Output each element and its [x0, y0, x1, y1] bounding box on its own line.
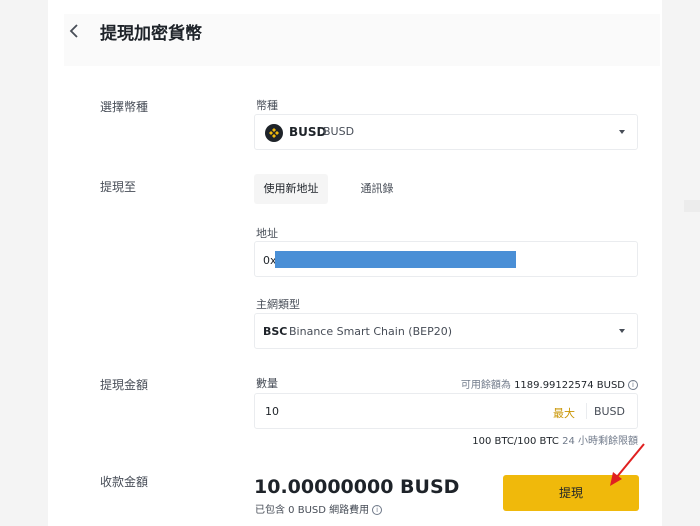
- max-button[interactable]: 最大: [553, 405, 575, 421]
- network-code: BSC: [263, 325, 288, 338]
- network-field-label: 主網類型: [256, 298, 300, 311]
- tab-address-book[interactable]: 通訊錄: [348, 174, 406, 204]
- receive-amount-label: 收款金額: [100, 475, 149, 489]
- coin-select[interactable]: BUSD BUSD: [254, 114, 638, 150]
- coin-symbol: BUSD: [289, 125, 327, 139]
- scroll-edge: [684, 200, 700, 212]
- info-icon[interactable]: i: [372, 505, 383, 515]
- withdraw-to-label: 提現至: [100, 180, 137, 194]
- back-arrow-icon[interactable]: [68, 22, 88, 46]
- chevron-down-icon: [619, 130, 625, 134]
- page-header: 提現加密貨幣: [64, 14, 660, 66]
- redacted-address: [275, 251, 516, 268]
- quantity-field-label: 數量: [256, 377, 278, 390]
- limit-value: 100 BTC/100 BTC: [472, 436, 559, 447]
- amount-value: 10: [265, 405, 279, 418]
- amount-input[interactable]: 10 最大 BUSD: [254, 393, 638, 429]
- divider: [586, 403, 587, 419]
- address-field-label: 地址: [256, 227, 278, 240]
- address-input[interactable]: 0x: [254, 241, 638, 277]
- network-name: Binance Smart Chain (BEP20): [289, 325, 452, 338]
- withdraw-amount-label: 提現金額: [100, 378, 149, 392]
- page-title: 提現加密貨幣: [100, 24, 202, 44]
- busd-coin-icon: [265, 124, 283, 142]
- fee-note: 已包含 0 BUSD 網路費用 i: [255, 501, 383, 516]
- info-icon[interactable]: i: [628, 380, 638, 390]
- tab-new-address[interactable]: 使用新地址: [254, 174, 328, 204]
- network-select[interactable]: BSC Binance Smart Chain (BEP20): [254, 313, 638, 349]
- annotation-arrow-icon: [610, 443, 645, 486]
- available-balance: 可用餘額為 1189.99122574 BUSD i: [461, 376, 638, 391]
- coin-name: BUSD: [323, 125, 355, 138]
- coin-field-label: 幣種: [256, 99, 278, 112]
- amount-unit: BUSD: [593, 405, 625, 418]
- select-coin-label: 選擇幣種: [100, 100, 149, 114]
- receive-amount: 10.00000000 BUSD: [254, 476, 460, 498]
- chevron-down-icon: [619, 329, 625, 333]
